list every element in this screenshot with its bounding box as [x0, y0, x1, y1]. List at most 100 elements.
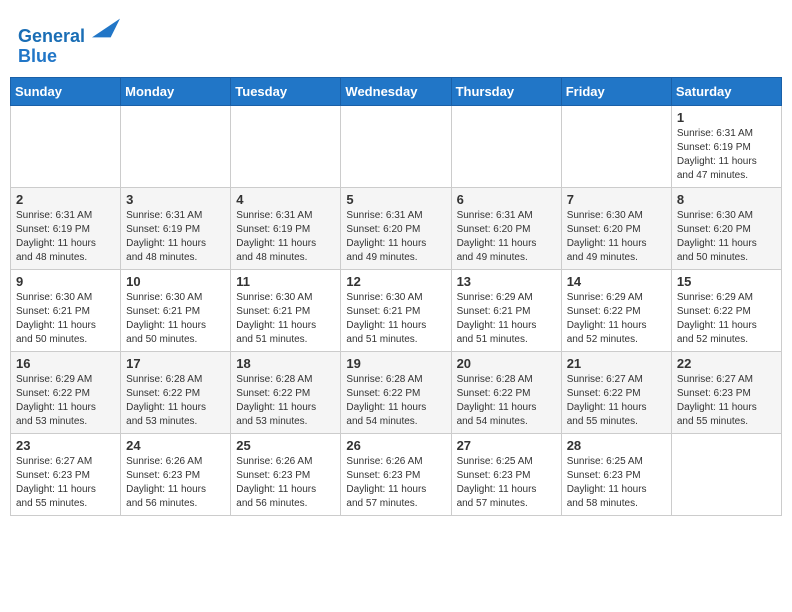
day-cell: 22 Sunrise: 6:27 AM Sunset: 6:23 PM Dayli… [671, 351, 781, 433]
logo-blue: Blue [18, 47, 120, 67]
day-number: 15 [677, 274, 776, 289]
week-row-3: 9 Sunrise: 6:30 AM Sunset: 6:21 PM Daylig… [11, 269, 782, 351]
day-cell [341, 105, 451, 187]
day-info: Sunrise: 6:30 AM Sunset: 6:20 PM Dayligh… [567, 209, 666, 265]
day-number: 11 [236, 274, 335, 289]
day-info: Sunrise: 6:31 AM Sunset: 6:19 PM Dayligh… [16, 209, 115, 265]
day-info: Sunrise: 6:29 AM Sunset: 6:22 PM Dayligh… [567, 291, 666, 347]
day-cell: 6 Sunrise: 6:31 AM Sunset: 6:20 PM Daylig… [451, 187, 561, 269]
logo: General Blue [18, 14, 120, 67]
logo-text: General [18, 14, 120, 47]
day-cell [671, 433, 781, 515]
day-number: 22 [677, 356, 776, 371]
day-number: 2 [16, 192, 115, 207]
day-cell: 16 Sunrise: 6:29 AM Sunset: 6:22 PM Dayli… [11, 351, 121, 433]
day-cell: 25 Sunrise: 6:26 AM Sunset: 6:23 PM Dayli… [231, 433, 341, 515]
day-cell: 14 Sunrise: 6:29 AM Sunset: 6:22 PM Dayli… [561, 269, 671, 351]
day-info: Sunrise: 6:27 AM Sunset: 6:23 PM Dayligh… [16, 455, 115, 511]
day-info: Sunrise: 6:29 AM Sunset: 6:22 PM Dayligh… [677, 291, 776, 347]
day-number: 28 [567, 438, 666, 453]
day-info: Sunrise: 6:31 AM Sunset: 6:19 PM Dayligh… [677, 127, 776, 183]
day-info: Sunrise: 6:31 AM Sunset: 6:19 PM Dayligh… [126, 209, 225, 265]
day-number: 27 [457, 438, 556, 453]
day-cell: 2 Sunrise: 6:31 AM Sunset: 6:19 PM Daylig… [11, 187, 121, 269]
day-cell: 15 Sunrise: 6:29 AM Sunset: 6:22 PM Dayli… [671, 269, 781, 351]
day-number: 5 [346, 192, 445, 207]
day-number: 10 [126, 274, 225, 289]
day-number: 8 [677, 192, 776, 207]
day-cell: 7 Sunrise: 6:30 AM Sunset: 6:20 PM Daylig… [561, 187, 671, 269]
day-info: Sunrise: 6:30 AM Sunset: 6:21 PM Dayligh… [126, 291, 225, 347]
day-cell: 27 Sunrise: 6:25 AM Sunset: 6:23 PM Dayli… [451, 433, 561, 515]
day-info: Sunrise: 6:29 AM Sunset: 6:21 PM Dayligh… [457, 291, 556, 347]
day-number: 9 [16, 274, 115, 289]
week-row-1: 1 Sunrise: 6:31 AM Sunset: 6:19 PM Daylig… [11, 105, 782, 187]
calendar-table: SundayMondayTuesdayWednesdayThursdayFrid… [10, 77, 782, 516]
day-number: 7 [567, 192, 666, 207]
day-cell: 8 Sunrise: 6:30 AM Sunset: 6:20 PM Daylig… [671, 187, 781, 269]
day-number: 19 [346, 356, 445, 371]
day-info: Sunrise: 6:27 AM Sunset: 6:23 PM Dayligh… [677, 373, 776, 429]
day-info: Sunrise: 6:31 AM Sunset: 6:20 PM Dayligh… [457, 209, 556, 265]
day-cell: 13 Sunrise: 6:29 AM Sunset: 6:21 PM Dayli… [451, 269, 561, 351]
week-row-2: 2 Sunrise: 6:31 AM Sunset: 6:19 PM Daylig… [11, 187, 782, 269]
day-number: 24 [126, 438, 225, 453]
day-cell: 19Sunrise: 6:28 AM Sunset: 6:22 PM Dayli… [341, 351, 451, 433]
day-number: 16 [16, 356, 115, 371]
day-number: 21 [567, 356, 666, 371]
day-cell: 21 Sunrise: 6:27 AM Sunset: 6:22 PM Dayli… [561, 351, 671, 433]
page-header: General Blue [10, 10, 782, 71]
week-row-5: 23Sunrise: 6:27 AM Sunset: 6:23 PM Dayli… [11, 433, 782, 515]
day-info: Sunrise: 6:29 AM Sunset: 6:22 PM Dayligh… [16, 373, 115, 429]
day-number: 6 [457, 192, 556, 207]
day-info: Sunrise: 6:28 AM Sunset: 6:22 PM Dayligh… [126, 373, 225, 429]
header-saturday: Saturday [671, 77, 781, 105]
day-cell: 20 Sunrise: 6:28 AM Sunset: 6:22 PM Dayli… [451, 351, 561, 433]
header-sunday: Sunday [11, 77, 121, 105]
logo-icon [92, 14, 120, 42]
day-number: 13 [457, 274, 556, 289]
day-number: 26 [346, 438, 445, 453]
day-number: 25 [236, 438, 335, 453]
day-info: Sunrise: 6:30 AM Sunset: 6:21 PM Dayligh… [346, 291, 445, 347]
header-friday: Friday [561, 77, 671, 105]
week-row-4: 16 Sunrise: 6:29 AM Sunset: 6:22 PM Dayli… [11, 351, 782, 433]
day-number: 1 [677, 110, 776, 125]
header-thursday: Thursday [451, 77, 561, 105]
day-cell: 1 Sunrise: 6:31 AM Sunset: 6:19 PM Daylig… [671, 105, 781, 187]
day-cell [451, 105, 561, 187]
day-number: 20 [457, 356, 556, 371]
day-cell: 9 Sunrise: 6:30 AM Sunset: 6:21 PM Daylig… [11, 269, 121, 351]
day-info: Sunrise: 6:26 AM Sunset: 6:23 PM Dayligh… [236, 455, 335, 511]
day-number: 14 [567, 274, 666, 289]
day-number: 4 [236, 192, 335, 207]
day-info: Sunrise: 6:30 AM Sunset: 6:21 PM Dayligh… [16, 291, 115, 347]
day-info: Sunrise: 6:25 AM Sunset: 6:23 PM Dayligh… [457, 455, 556, 511]
day-info: Sunrise: 6:25 AM Sunset: 6:23 PM Dayligh… [567, 455, 666, 511]
day-info: Sunrise: 6:28 AM Sunset: 6:22 PM Dayligh… [457, 373, 556, 429]
day-cell: 17 Sunrise: 6:28 AM Sunset: 6:22 PM Dayli… [121, 351, 231, 433]
day-number: 17 [126, 356, 225, 371]
logo-general: General [18, 26, 85, 46]
day-info: Sunrise: 6:27 AM Sunset: 6:22 PM Dayligh… [567, 373, 666, 429]
day-cell: 4 Sunrise: 6:31 AM Sunset: 6:19 PM Daylig… [231, 187, 341, 269]
day-info: Sunrise: 6:26 AM Sunset: 6:23 PM Dayligh… [346, 455, 445, 511]
calendar-header-row: SundayMondayTuesdayWednesdayThursdayFrid… [11, 77, 782, 105]
day-info: Sunrise: 6:31 AM Sunset: 6:20 PM Dayligh… [346, 209, 445, 265]
header-wednesday: Wednesday [341, 77, 451, 105]
day-info: Sunrise: 6:31 AM Sunset: 6:19 PM Dayligh… [236, 209, 335, 265]
day-info: Sunrise: 6:30 AM Sunset: 6:21 PM Dayligh… [236, 291, 335, 347]
day-cell [231, 105, 341, 187]
day-cell: 12Sunrise: 6:30 AM Sunset: 6:21 PM Dayli… [341, 269, 451, 351]
calendar-body: 1 Sunrise: 6:31 AM Sunset: 6:19 PM Daylig… [11, 105, 782, 515]
day-cell [561, 105, 671, 187]
day-cell: 5 Sunrise: 6:31 AM Sunset: 6:20 PM Daylig… [341, 187, 451, 269]
day-info: Sunrise: 6:28 AM Sunset: 6:22 PM Dayligh… [236, 373, 335, 429]
day-info: Sunrise: 6:26 AM Sunset: 6:23 PM Dayligh… [126, 455, 225, 511]
day-cell: 28 Sunrise: 6:25 AM Sunset: 6:23 PM Dayli… [561, 433, 671, 515]
day-cell: 18Sunrise: 6:28 AM Sunset: 6:22 PM Dayli… [231, 351, 341, 433]
day-info: Sunrise: 6:30 AM Sunset: 6:20 PM Dayligh… [677, 209, 776, 265]
day-cell: 3 Sunrise: 6:31 AM Sunset: 6:19 PM Daylig… [121, 187, 231, 269]
day-cell: 24 Sunrise: 6:26 AM Sunset: 6:23 PM Dayli… [121, 433, 231, 515]
day-number: 3 [126, 192, 225, 207]
